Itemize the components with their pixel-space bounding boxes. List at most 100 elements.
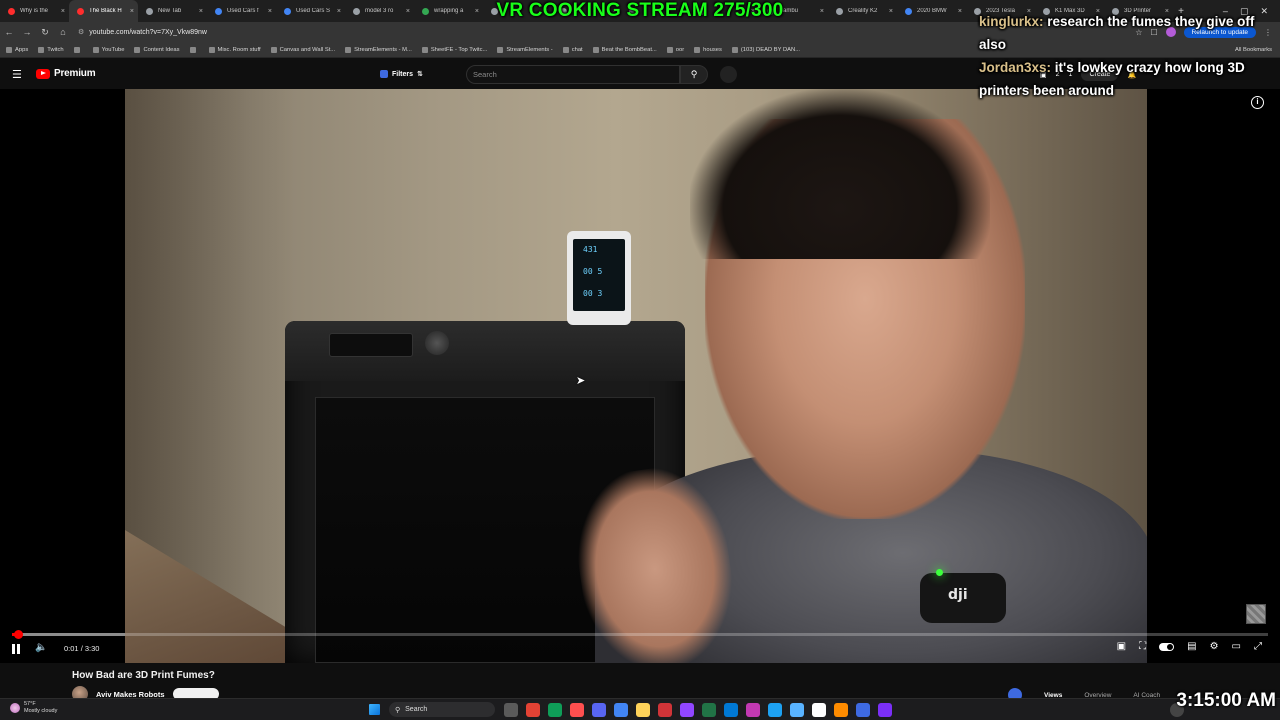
voice-search-button[interactable] — [720, 66, 737, 83]
browser-tab[interactable]: Used Cars S × — [276, 0, 345, 22]
weather-temperature: 57°F — [24, 701, 36, 707]
hamburger-menu-icon[interactable]: ☰ — [12, 68, 22, 81]
taskbar-app-icon[interactable] — [636, 703, 650, 717]
volume-icon[interactable]: 🔈 — [35, 642, 47, 653]
bookmark-item[interactable]: chat — [562, 46, 583, 53]
windows-start-icon[interactable] — [369, 704, 380, 715]
taskbar-app-icon[interactable] — [526, 703, 540, 717]
browser-tab[interactable]: o × — [483, 0, 552, 22]
bookmark-item[interactable]: Beat the BombBeat... — [592, 46, 657, 53]
address-bar[interactable]: ⚙ youtube.com/watch?v=7Xy_Vkw89nw — [78, 28, 207, 37]
autoplay-toggle[interactable] — [1159, 642, 1175, 651]
taskbar-app-icon[interactable] — [878, 703, 892, 717]
video-frame[interactable]: 431 00 5 00 3 dji — [125, 89, 1147, 663]
screenshot-icon[interactable]: ⛶ — [1139, 641, 1146, 652]
tab-close-icon[interactable]: × — [613, 8, 617, 15]
taskbar-app-icon[interactable] — [768, 703, 782, 717]
bookmark-item[interactable] — [189, 46, 199, 53]
tab-close-icon[interactable]: × — [682, 8, 686, 15]
captions-icon[interactable]: ▤ — [1187, 641, 1196, 652]
tab-close-icon[interactable]: × — [337, 8, 341, 15]
tab-close-icon[interactable]: × — [751, 8, 755, 15]
forward-icon[interactable]: → — [18, 27, 36, 37]
progress-scrubber[interactable] — [14, 630, 24, 639]
browser-tab[interactable]: × — [552, 0, 621, 22]
filters-button[interactable]: Filters ⇅ — [374, 66, 429, 82]
browser-tab[interactable]: Used Cars f × — [207, 0, 276, 22]
bookmark-item[interactable]: oor — [666, 46, 684, 53]
taskbar-app-icon[interactable] — [592, 703, 606, 717]
tab-favicon-icon — [905, 7, 912, 15]
bookmark-item[interactable]: StreamElements - M... — [345, 46, 412, 53]
taskbar-app-icon[interactable] — [746, 703, 760, 717]
search-input[interactable] — [473, 68, 673, 81]
tab-close-icon[interactable]: × — [130, 8, 134, 15]
bookmark-item[interactable]: (103) DEAD BY DAN... — [731, 46, 800, 53]
home-icon[interactable]: ⌂ — [54, 27, 72, 37]
bookmark-icon — [270, 46, 277, 53]
video-player[interactable]: 431 00 5 00 3 dji i ➤ 🔈 0:01 / 3:30 ▣ ⛶ … — [0, 89, 1280, 663]
taskbar-app-icon[interactable] — [680, 703, 694, 717]
taskbar-app-icon[interactable] — [504, 703, 518, 717]
browser-tab[interactable]: The Black H × — [69, 0, 138, 22]
bookmark-item[interactable]: houses — [694, 46, 722, 53]
tab-close-icon[interactable]: × — [475, 8, 479, 15]
tab-close-icon[interactable]: × — [820, 8, 824, 15]
back-icon[interactable]: ← — [0, 27, 18, 37]
bookmark-item[interactable]: Misc. Room stuff — [208, 46, 261, 53]
bookmark-label: Misc. Room stuff — [217, 46, 261, 53]
bookmark-label: Beat the BombBeat... — [601, 46, 657, 53]
browser-tab[interactable]: Why is the × — [0, 0, 69, 22]
browser-tab[interactable]: New Tab × — [138, 0, 207, 22]
search-button[interactable]: ⚲ — [680, 65, 708, 84]
tab-close-icon[interactable]: × — [61, 8, 65, 15]
progress-bar[interactable] — [12, 630, 1268, 639]
bookmark-icon — [189, 46, 196, 53]
taskbar-app-icon[interactable] — [834, 703, 848, 717]
taskbar-search[interactable]: ⚲ Search — [389, 702, 495, 717]
clip-icon[interactable]: ▣ — [1117, 641, 1126, 652]
bookmark-item[interactable]: Apps — [6, 46, 28, 53]
pause-icon[interactable] — [11, 644, 21, 654]
taskbar-app-icon[interactable] — [856, 703, 870, 717]
site-info-icon[interactable]: ⚙ — [78, 28, 84, 36]
tab-close-icon[interactable]: × — [889, 8, 893, 15]
bookmark-item[interactable]: StreamElements - — [497, 46, 553, 53]
taskbar-app-icon[interactable] — [570, 703, 584, 717]
tab-close-icon[interactable]: × — [958, 8, 962, 15]
taskbar-app-icon[interactable] — [614, 703, 628, 717]
browser-tab[interactable]: 2020 BMW × — [897, 0, 966, 22]
corner-thumbnail[interactable] — [1246, 604, 1266, 624]
tab-favicon-icon — [215, 7, 222, 15]
taskbar-app-icon[interactable] — [812, 703, 826, 717]
fullscreen-icon[interactable]: ⤢ — [1254, 641, 1262, 652]
taskbar-app-icon[interactable] — [658, 703, 672, 717]
tab-close-icon[interactable]: × — [406, 8, 410, 15]
taskbar-app-icon[interactable] — [548, 703, 562, 717]
bookmark-item[interactable]: YouTube — [92, 46, 124, 53]
settings-gear-icon[interactable]: ⚙ — [1210, 641, 1219, 652]
browser-tab[interactable]: × — [621, 0, 690, 22]
bookmark-item[interactable]: Canvas and Wall St... — [270, 46, 335, 53]
reload-icon[interactable]: ↻ — [36, 27, 54, 38]
tab-close-icon[interactable]: × — [199, 8, 203, 15]
bookmark-label: Content Ideas — [143, 46, 180, 53]
bookmark-item[interactable] — [73, 46, 83, 53]
weather-widget[interactable]: 57°F Mostly cloudy — [10, 701, 57, 715]
taskbar-app-icon[interactable] — [702, 703, 716, 717]
bookmark-item[interactable]: Twitch — [38, 46, 64, 53]
mic-brand-logo: dji — [948, 587, 968, 603]
browser-tab[interactable]: wrapping a × — [414, 0, 483, 22]
taskbar-app-icon[interactable] — [790, 703, 804, 717]
tab-close-icon[interactable]: × — [544, 8, 548, 15]
theater-mode-icon[interactable]: ▭ — [1232, 641, 1241, 652]
tab-close-icon[interactable]: × — [268, 8, 272, 15]
taskbar-app-icon[interactable] — [724, 703, 738, 717]
youtube-logo[interactable]: Premium — [36, 68, 96, 79]
browser-tab[interactable]: Creality K2 × — [828, 0, 897, 22]
browser-tab[interactable]: × — [690, 0, 759, 22]
bookmark-item[interactable]: SheetFE - Top Twitc... — [421, 46, 487, 53]
browser-tab[interactable]: Bambu × — [759, 0, 828, 22]
bookmark-item[interactable]: Content Ideas — [134, 46, 180, 53]
browser-tab[interactable]: model 3 ro × — [345, 0, 414, 22]
